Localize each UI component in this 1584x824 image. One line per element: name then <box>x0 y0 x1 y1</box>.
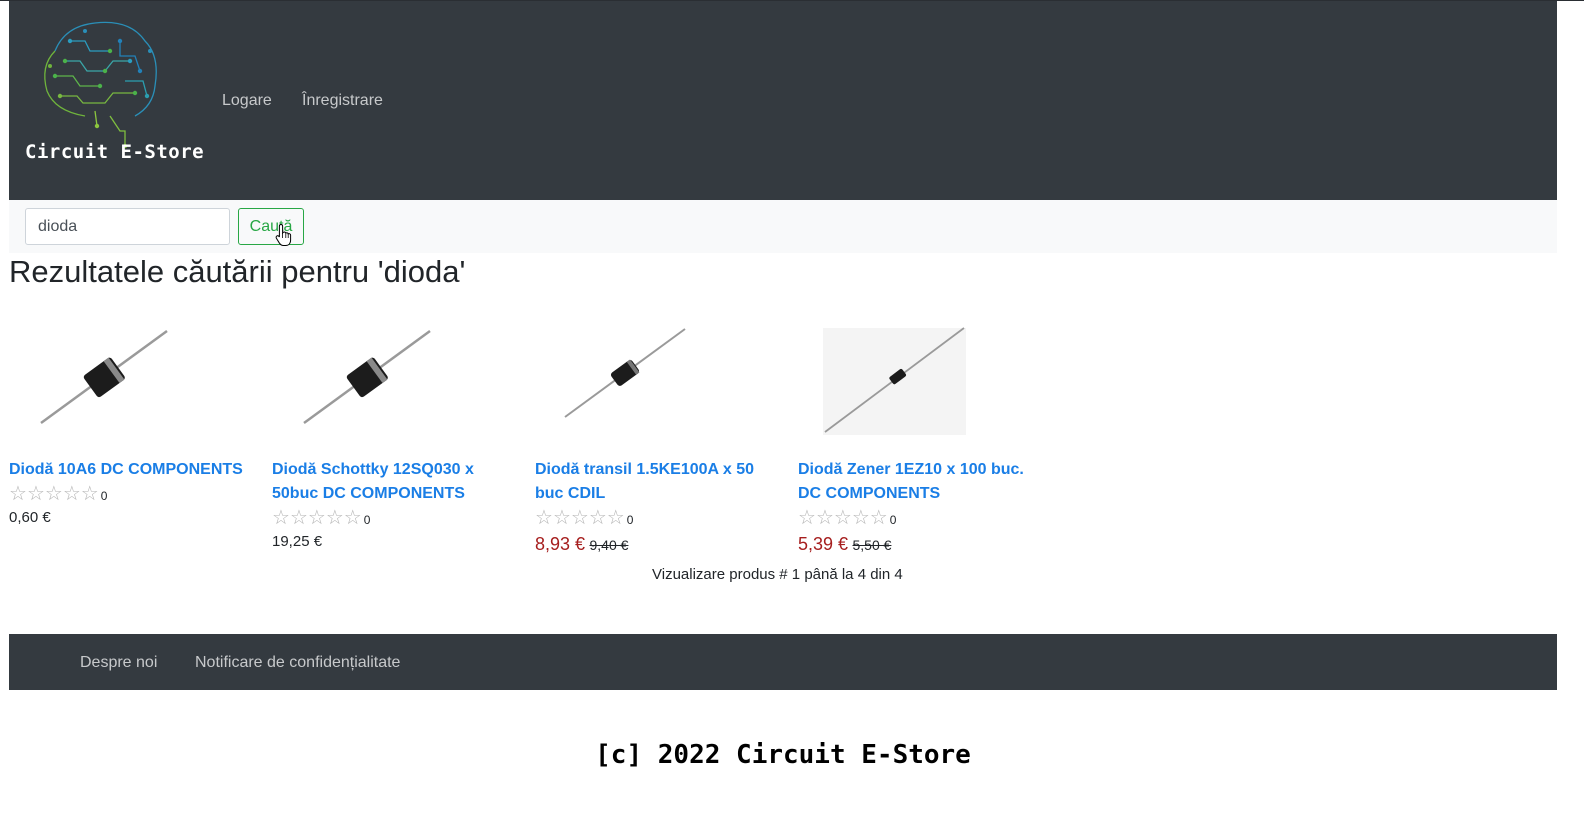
product-card: Diodă Zener 1EZ10 x 100 buc. DC COMPONEN… <box>798 320 1038 558</box>
product-image[interactable] <box>798 320 968 440</box>
product-price: 19,25 € <box>272 533 323 550</box>
product-name-link[interactable]: Diodă 10A6 DC COMPONENTS <box>9 458 249 482</box>
page-title: Rezultatele căutării pentru 'dioda' <box>9 254 466 289</box>
rating-count: 0 <box>100 488 108 503</box>
star-outline-icon[interactable]: ☆ <box>571 508 589 528</box>
star-outline-icon[interactable]: ☆ <box>290 508 308 528</box>
star-rating[interactable]: ☆ ☆ ☆ ☆ ☆ 0 <box>535 506 775 530</box>
product-image[interactable] <box>9 320 179 440</box>
footer-privacy-link[interactable]: Notificare de confidențialitate <box>195 654 400 672</box>
star-outline-icon[interactable]: ☆ <box>344 508 362 528</box>
star-outline-icon[interactable]: ☆ <box>27 484 45 504</box>
rating-count: 0 <box>363 512 371 527</box>
star-outline-icon[interactable]: ☆ <box>535 508 553 528</box>
star-outline-icon[interactable]: ☆ <box>870 508 888 528</box>
old-price: 9,40 € <box>589 537 629 553</box>
star-outline-icon[interactable]: ☆ <box>816 508 834 528</box>
product-image[interactable] <box>535 320 705 440</box>
search-button[interactable]: Caută <box>238 208 304 245</box>
star-outline-icon[interactable]: ☆ <box>9 484 27 504</box>
star-rating[interactable]: ☆ ☆ ☆ ☆ ☆ 0 <box>272 506 512 530</box>
sale-price: 8,93 € <box>535 534 586 554</box>
star-rating[interactable]: ☆ ☆ ☆ ☆ ☆ 0 <box>798 506 1038 530</box>
product-name-link[interactable]: Diodă Zener 1EZ10 x 100 buc. DC COMPONEN… <box>798 458 1038 506</box>
star-outline-icon[interactable]: ☆ <box>589 508 607 528</box>
logo-text[interactable]: Circuit E-Store <box>25 141 204 163</box>
nav-login-link[interactable]: Logare <box>222 92 272 110</box>
product-card: Diodă Schottky 12SQ030 x 50buc DC COMPON… <box>272 320 512 554</box>
search-bar: Caută <box>9 200 1557 253</box>
star-outline-icon[interactable]: ☆ <box>553 508 571 528</box>
star-outline-icon[interactable]: ☆ <box>798 508 816 528</box>
rating-count: 0 <box>626 512 634 527</box>
product-price: 0,60 € <box>9 509 51 526</box>
footer-about-link[interactable]: Despre noi <box>80 654 157 672</box>
star-outline-icon[interactable]: ☆ <box>272 508 290 528</box>
product-card: Diodă transil 1.5KE100A x 50 buc CDIL ☆ … <box>535 320 775 558</box>
site-footer: Despre noi Notificare de confidențialita… <box>9 634 1557 690</box>
star-outline-icon[interactable]: ☆ <box>308 508 326 528</box>
hand-cursor-icon <box>275 223 292 246</box>
copyright-text: [c] 2022 Circuit E-Store <box>595 740 971 770</box>
star-outline-icon[interactable]: ☆ <box>834 508 852 528</box>
star-rating[interactable]: ☆ ☆ ☆ ☆ ☆ 0 <box>9 482 249 506</box>
star-outline-icon[interactable]: ☆ <box>852 508 870 528</box>
star-outline-icon[interactable]: ☆ <box>81 484 99 504</box>
old-price: 5,50 € <box>852 537 892 553</box>
product-card: Diodă 10A6 DC COMPONENTS ☆ ☆ ☆ ☆ ☆ 0 0,6… <box>9 320 249 530</box>
star-outline-icon[interactable]: ☆ <box>326 508 344 528</box>
star-outline-icon[interactable]: ☆ <box>63 484 81 504</box>
pagination-info: Vizualizare produs # 1 până la 4 din 4 <box>652 566 903 583</box>
star-outline-icon[interactable]: ☆ <box>45 484 63 504</box>
search-input[interactable] <box>25 208 230 245</box>
product-image[interactable] <box>272 320 442 440</box>
product-name-link[interactable]: Diodă Schottky 12SQ030 x 50buc DC COMPON… <box>272 458 512 506</box>
nav-register-link[interactable]: Înregistrare <box>302 92 383 110</box>
sale-price: 5,39 € <box>798 534 849 554</box>
site-header: Circuit E-Store Logare Înregistrare <box>9 1 1557 200</box>
product-name-link[interactable]: Diodă transil 1.5KE100A x 50 buc CDIL <box>535 458 775 506</box>
star-outline-icon[interactable]: ☆ <box>607 508 625 528</box>
rating-count: 0 <box>889 512 897 527</box>
